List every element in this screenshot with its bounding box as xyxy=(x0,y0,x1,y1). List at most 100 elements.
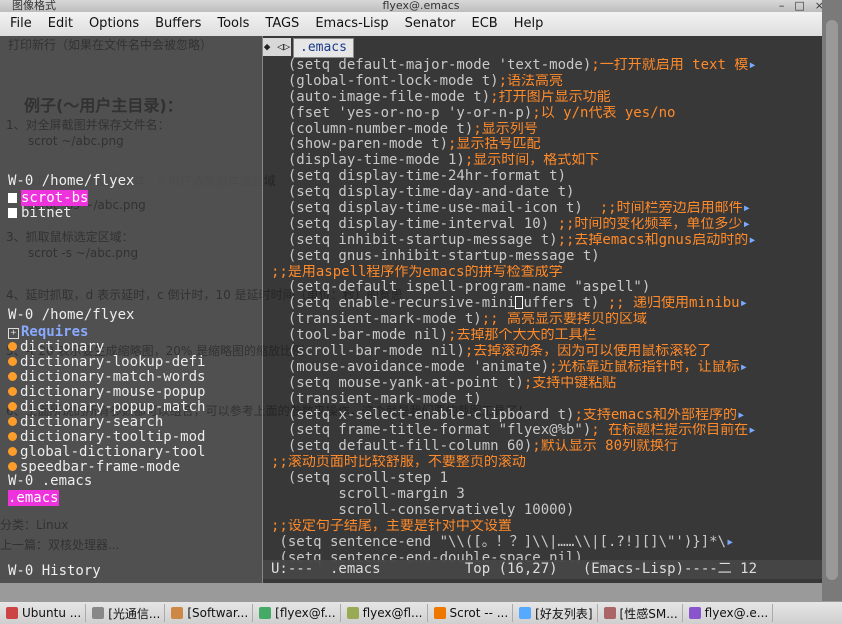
code-comment: ;去掉滚动条，因为可以使用鼠标滚轮了 xyxy=(464,344,712,360)
taskbar-item[interactable]: [性感SM... xyxy=(600,604,683,622)
speedbar-file-item[interactable]: bitnet xyxy=(8,206,72,221)
code-text: (show-paren-mode t) xyxy=(271,137,449,153)
menu-tools[interactable]: Tools xyxy=(209,12,257,36)
requires-item[interactable]: dictionary xyxy=(8,340,104,355)
code-comment: ;显示括号匹配 xyxy=(448,137,541,153)
menu-help[interactable]: Help xyxy=(506,12,552,36)
app-icon xyxy=(603,607,616,619)
truncation-marker: ▸ xyxy=(739,296,749,312)
code-text: (setq display-time-day-and-date t) xyxy=(271,185,575,201)
code-line: (transient-mark-mode t);; 高亮显示要拷贝的区域 xyxy=(271,312,821,328)
tab-emacs-buffer[interactable]: .emacs xyxy=(293,38,354,58)
code-text: (setq scroll-step 1 xyxy=(271,471,449,487)
taskbar-item[interactable]: [Softwar... xyxy=(167,604,254,622)
code-line: (fset 'yes-or-no-p 'y-or-n-p);以 y/n代表 ye… xyxy=(271,106,821,122)
requires-item-label: global-dictionary-tool xyxy=(20,444,206,460)
requires-item[interactable]: dictionary-match-words xyxy=(8,370,205,385)
code-comment: ;一打开就启用 text 模 xyxy=(591,58,749,73)
taskbar-item[interactable]: [flyex@f... xyxy=(255,604,341,622)
taskbar-item-label: Ubuntu ... xyxy=(22,606,82,620)
menu-bar: File Edit Options Buffers Tools TAGS Emacs-Lis… xyxy=(0,12,822,37)
code-line: ;;设定句子结尾，主要是针对中文设置 xyxy=(271,519,821,535)
taskbar-item[interactable]: flyex@.e... xyxy=(685,604,774,622)
speedbar-file-item[interactable]: scrot-bs xyxy=(8,190,89,206)
code-text: (setq inhibit-startup-message t) xyxy=(271,232,558,248)
buffer-tabline: ◆ ◁▷ .emacs xyxy=(263,38,823,58)
code-line: (setq frame-title-format "flyex@%b"); 在标… xyxy=(271,423,821,439)
bullet-icon xyxy=(8,357,17,366)
expand-icon[interactable]: + xyxy=(8,328,19,339)
requires-item[interactable]: dictionary-lookup-defi xyxy=(8,355,205,370)
code-text: (scroll-bar-mode nil) xyxy=(271,344,465,360)
taskbar-item[interactable]: [好友列表] xyxy=(515,604,598,622)
menu-tags[interactable]: TAGS xyxy=(257,12,307,36)
code-text: (auto-image-file-mode t) xyxy=(271,89,491,105)
speedbar-modeline-dir: W-0 /home/flyex xyxy=(0,173,262,190)
tab-nav-arrows[interactable]: ◆ ◁▷ xyxy=(263,38,291,56)
code-comment: ;;时间的变化频率，单位多少 xyxy=(557,216,743,232)
code-comment: ;; 递归使用minibu xyxy=(607,296,740,312)
requires-item[interactable]: dictionary-search xyxy=(8,415,163,430)
taskbar-item[interactable]: flyex@fl... xyxy=(343,604,428,622)
requires-item[interactable]: dictionary-popup-match xyxy=(8,400,205,415)
truncation-marker: ▸ xyxy=(748,423,757,439)
menu-emacs-lisp[interactable]: Emacs-Lisp xyxy=(307,12,396,36)
code-area[interactable]: (setq default-major-mode 'text-mode);一打开… xyxy=(271,58,821,567)
code-line: (setq display-time-use-mail-icon t) ;;时间… xyxy=(271,201,821,217)
bullet-icon xyxy=(8,417,17,426)
taskbar-item[interactable]: [光通信... xyxy=(88,604,166,622)
speedbar-buffer-item[interactable]: .emacs xyxy=(8,490,59,506)
code-comment: ;以 y/n代表 yes/no xyxy=(532,105,676,121)
code-text: (setq enable-recursive-mini xyxy=(271,296,516,312)
requires-item-label: dictionary-match-words xyxy=(20,369,206,385)
code-line: (tool-bar-mode nil);去掉那个大大的工具栏 xyxy=(271,328,821,344)
truncation-marker: ▸ xyxy=(737,407,746,423)
code-comment: ; 在标题栏提示你目前在 xyxy=(591,423,749,439)
requires-item-label: dictionary-search xyxy=(20,414,164,430)
editor-pane[interactable]: ◆ ◁▷ .emacs (setq default-major-mode 'te… xyxy=(262,36,823,583)
code-text: (setq display-time-use-mail-icon t) xyxy=(271,201,600,217)
scrollbar[interactable] xyxy=(826,20,838,580)
code-line: (setq display-time-interval 10) ;;时间的变化频… xyxy=(271,217,821,233)
requires-item[interactable]: dictionary-tooltip-mod xyxy=(8,430,205,445)
code-comment: ;;时间栏旁边启用邮件 xyxy=(599,201,743,217)
menu-edit[interactable]: Edit xyxy=(40,12,81,36)
code-text: (setq display-time-24hr-format t) xyxy=(271,169,567,185)
requires-item[interactable]: dictionary-mouse-popup xyxy=(8,385,205,400)
code-comment: ;默认显示 80列就换行 xyxy=(532,439,679,455)
code-text: (transient-mark-mode t) xyxy=(271,312,482,328)
bullet-icon xyxy=(8,462,17,471)
taskbar-item[interactable]: Scrot -- ... xyxy=(430,604,514,622)
menu-file[interactable]: File xyxy=(0,12,40,36)
code-text: (display-time-mode 1) xyxy=(271,153,465,169)
requires-header[interactable]: + Requires xyxy=(8,325,88,340)
code-text: (mouse-avoidance-mode 'animate) xyxy=(271,359,550,375)
speedbar-file-label: bitnet xyxy=(21,205,72,221)
requires-item[interactable]: global-dictionary-tool xyxy=(8,445,205,460)
code-text: (setq display-time-interval 10) xyxy=(271,216,558,232)
truncation-marker: ▸ xyxy=(748,58,757,73)
taskbar-item[interactable]: Ubuntu ... xyxy=(2,604,87,622)
code-text: (transient-mark-mode t) xyxy=(271,391,482,407)
menu-ecb[interactable]: ECB xyxy=(464,12,506,36)
code-comment: ;显示时间，格式如下 xyxy=(464,153,600,169)
code-line: (setq x-select-enable-clipboard t);支持ema… xyxy=(271,408,821,424)
menu-buffers[interactable]: Buffers xyxy=(147,12,209,36)
code-text: (setq x-select-enable-clipboard t) xyxy=(271,407,575,423)
code-comment: ;支持中键粘贴 xyxy=(523,375,617,391)
speedbar-file-label: scrot-bs xyxy=(21,190,89,206)
menu-options[interactable]: Options xyxy=(81,12,147,36)
truncation-marker: ▸ xyxy=(726,534,735,550)
code-comment: ;;去掉emacs和gnus启动时的 xyxy=(557,232,749,248)
app-icon xyxy=(171,607,184,619)
menu-senator[interactable]: Senator xyxy=(397,12,464,36)
app-icon xyxy=(346,607,359,619)
taskbar-item-label: [Softwar... xyxy=(187,606,249,620)
bullet-icon xyxy=(8,447,17,456)
taskbar-item-label: [光通信... xyxy=(108,606,161,621)
truncation-marker: ▸ xyxy=(739,359,749,375)
code-line: (setq default-major-mode 'text-mode);一打开… xyxy=(271,58,821,74)
code-line: (display-time-mode 1);显示时间，格式如下 xyxy=(271,153,821,169)
code-comment: ;打开图片显示功能 xyxy=(490,89,611,105)
taskbar-item-label: [好友列表] xyxy=(535,606,593,621)
